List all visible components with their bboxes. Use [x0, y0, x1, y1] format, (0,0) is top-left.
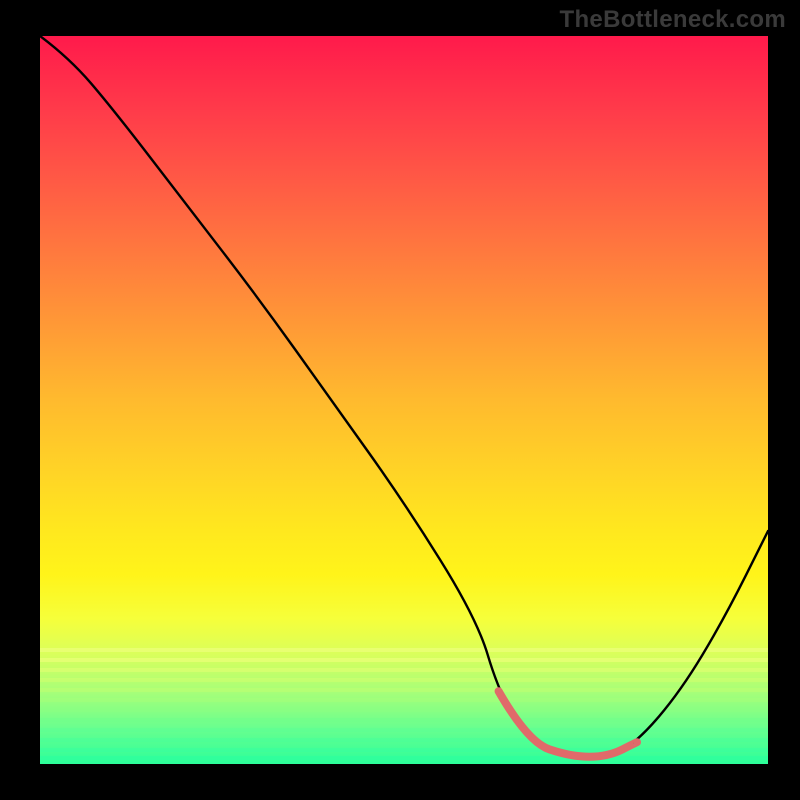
bottleneck-curve	[40, 36, 768, 757]
watermark-text: TheBottleneck.com	[560, 6, 786, 34]
valley-highlight	[499, 691, 637, 757]
chart-root: TheBottleneck.com	[0, 0, 800, 800]
plot-area	[40, 36, 768, 764]
chart-svg	[40, 36, 768, 764]
